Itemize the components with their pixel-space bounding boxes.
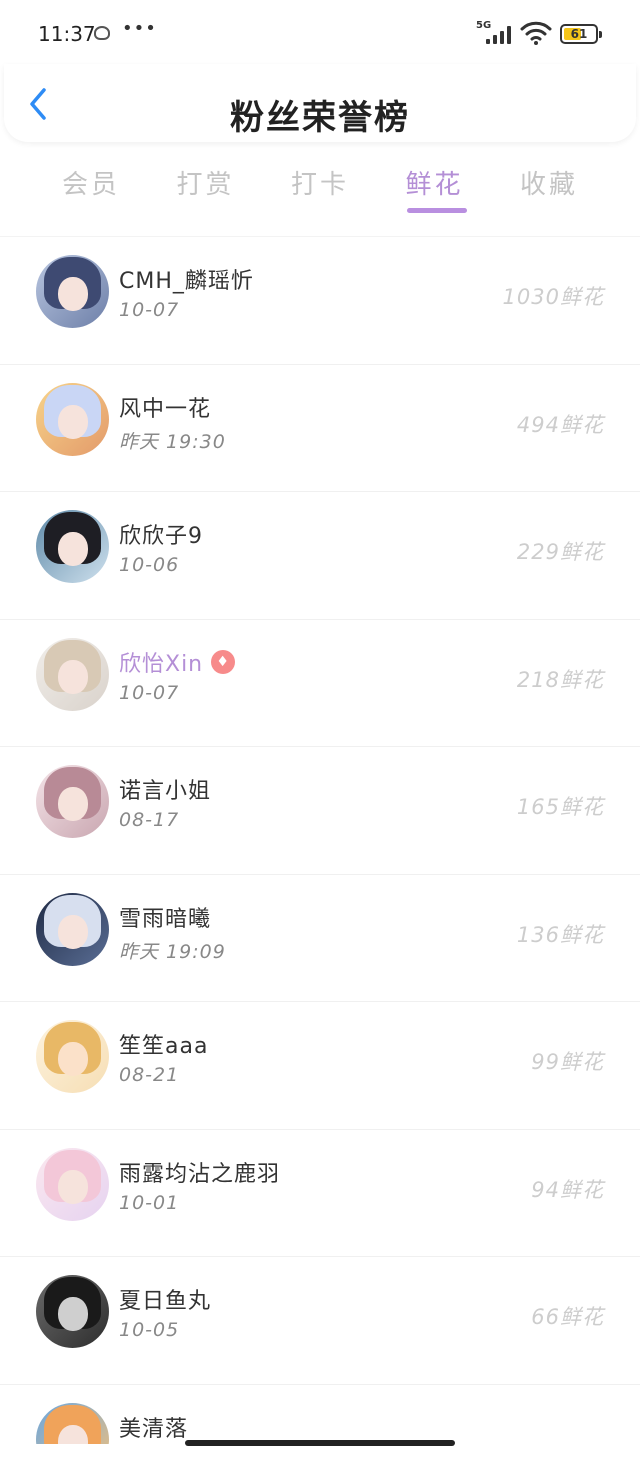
- fan-date: 10-05: [119, 1319, 180, 1341]
- avatar[interactable]: [36, 255, 109, 328]
- notification-app-icon: [94, 26, 110, 40]
- battery-icon: 61: [560, 24, 602, 44]
- flower-count: 136鲜花: [516, 922, 604, 947]
- vip-diamond-icon: [211, 649, 236, 674]
- flower-count: 494鲜花: [516, 412, 604, 437]
- avatar[interactable]: [36, 1020, 109, 1093]
- page-title: 粉丝荣誉榜: [230, 98, 410, 138]
- avatar[interactable]: [36, 637, 109, 711]
- fan-ranking-list: CMH_麟瑶忻 10-07 1030鲜花 风中一花 昨天 19:30 494鲜花…: [0, 236, 640, 1444]
- fan-name: 雪雨暗曦: [119, 906, 212, 932]
- list-item[interactable]: 笙笙aaa 08-21 99鲜花: [0, 1001, 640, 1129]
- list-item[interactable]: 风中一花 昨天 19:30 494鲜花: [0, 363, 640, 492]
- avatar[interactable]: [36, 1147, 109, 1221]
- status-time: 11:37: [38, 22, 96, 46]
- tab-favorites[interactable]: 收藏: [492, 150, 606, 220]
- tab-flowers[interactable]: 鲜花: [378, 150, 492, 220]
- avatar[interactable]: [36, 1402, 109, 1444]
- category-tabs: 会员 打赏 打卡 鲜花 收藏: [34, 150, 606, 220]
- tab-label: 打卡: [290, 170, 349, 200]
- fan-date: 昨天 19:09: [119, 940, 226, 963]
- fan-name: 美清落: [119, 1416, 189, 1442]
- list-item[interactable]: 夏日鱼丸 10-05 66鲜花: [0, 1256, 640, 1384]
- flower-count: 229鲜花: [516, 540, 604, 564]
- avatar[interactable]: [36, 892, 109, 966]
- navigation-header: 粉丝荣誉榜: [4, 64, 636, 142]
- tab-label: 鲜花: [405, 170, 464, 200]
- fan-name: 雨露均沾之鹿羽: [119, 1161, 281, 1187]
- flower-count: 218鲜花: [516, 667, 604, 692]
- battery-level: 61: [570, 27, 588, 41]
- list-item[interactable]: 美清落: [0, 1383, 640, 1444]
- flower-count: 165鲜花: [516, 795, 604, 819]
- fan-date: 10-01: [119, 1191, 180, 1214]
- flower-count: 66鲜花: [531, 1305, 604, 1329]
- avatar[interactable]: [36, 382, 109, 456]
- fan-date: 08-21: [119, 1064, 180, 1086]
- wifi-icon: [520, 21, 552, 45]
- fan-date: 10-07: [119, 681, 180, 704]
- fan-name: 欣欣子9: [119, 524, 203, 549]
- tab-label: 收藏: [519, 170, 578, 200]
- list-item[interactable]: 雨露均沾之鹿羽 10-01 94鲜花: [0, 1128, 640, 1257]
- list-item[interactable]: 诺言小姐 08-17 165鲜花: [0, 746, 640, 874]
- fan-name: 欣怡Xin: [119, 651, 204, 677]
- flower-count: 94鲜花: [531, 1177, 604, 1202]
- list-item[interactable]: 欣怡Xin 10-07 218鲜花: [0, 618, 640, 747]
- fan-date: 10-06: [119, 554, 180, 576]
- fan-name: CMH_麟瑶忻: [119, 269, 254, 294]
- home-indicator[interactable]: [185, 1440, 455, 1446]
- fan-date: 昨天 19:30: [119, 430, 226, 453]
- active-tab-indicator: [406, 208, 467, 213]
- cellular-signal-icon: 5G: [476, 20, 516, 46]
- list-item[interactable]: 雪雨暗曦 昨天 19:09 136鲜花: [0, 873, 640, 1002]
- fan-date: 10-07: [119, 299, 180, 321]
- fan-name-vip: 欣怡Xin: [119, 646, 236, 678]
- tab-label: 打赏: [176, 170, 235, 200]
- more-notifications-icon: •••: [122, 18, 157, 39]
- tab-tipping[interactable]: 打赏: [149, 150, 263, 220]
- fan-name: 诺言小姐: [119, 779, 212, 804]
- flower-count: 99鲜花: [531, 1050, 604, 1074]
- avatar[interactable]: [36, 1275, 109, 1348]
- flower-count: 1030鲜花: [502, 285, 604, 309]
- fan-date: 08-17: [119, 809, 180, 831]
- fan-name: 夏日鱼丸: [119, 1289, 212, 1314]
- fan-name: 笙笙aaa: [119, 1034, 209, 1059]
- status-bar: 11:37 ••• 5G 61: [0, 0, 640, 64]
- avatar[interactable]: [36, 765, 109, 838]
- avatar[interactable]: [36, 510, 109, 583]
- list-item[interactable]: CMH_麟瑶忻 10-07 1030鲜花: [0, 236, 640, 364]
- tab-membership[interactable]: 会员: [34, 150, 148, 220]
- tab-check-in[interactable]: 打卡: [263, 150, 377, 220]
- fan-name: 风中一花: [119, 396, 212, 422]
- list-item[interactable]: 欣欣子9 10-06 229鲜花: [0, 491, 640, 619]
- tab-label: 会员: [61, 170, 120, 200]
